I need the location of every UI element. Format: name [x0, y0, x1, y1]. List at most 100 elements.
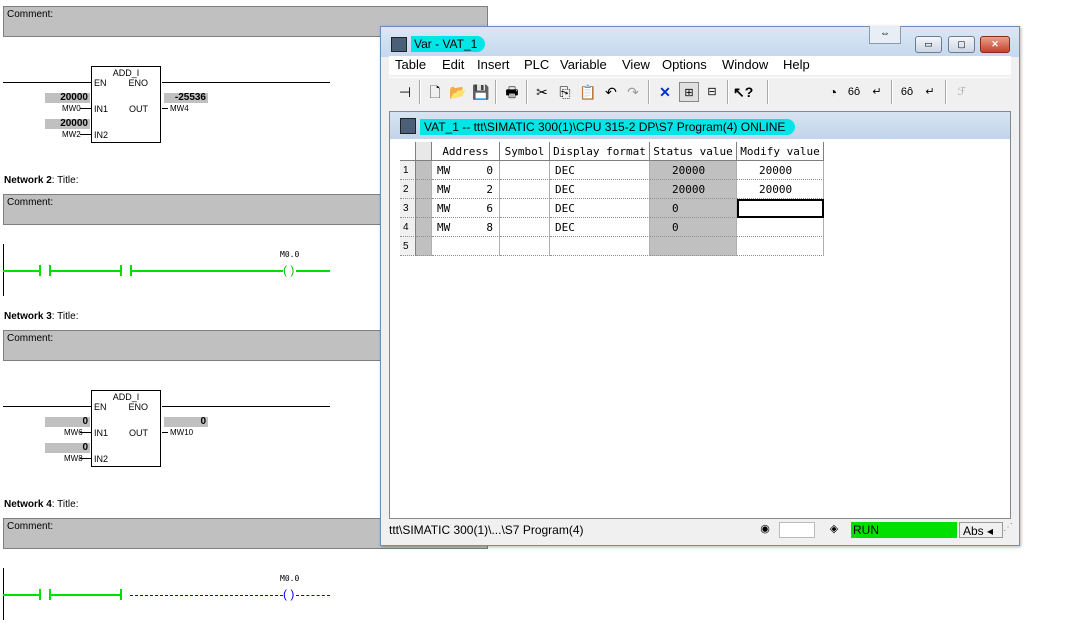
header-address[interactable]: Address: [432, 142, 500, 161]
toolbar: ⊣ 🗋 📂 💾 🖶 ✂ ⎘ 📋 ↶ ↷ ✕ ⊞ ⊟ ↖? ◔ 6ô ↵ 6ô ↵…: [389, 77, 1011, 106]
contact-1[interactable]: [39, 265, 41, 276]
symbol-cell[interactable]: [500, 218, 550, 237]
menu-view[interactable]: View: [622, 57, 650, 72]
modify-cell[interactable]: [737, 237, 824, 256]
in2-operand: MW2: [62, 130, 81, 139]
document-title: VAT_1 -- ttt\SIMATIC 300(1)\CPU 315-2 DP…: [420, 119, 796, 135]
modify-cell[interactable]: [737, 218, 824, 237]
close-button[interactable]: ✕: [980, 36, 1010, 53]
menu-window[interactable]: Window: [722, 57, 768, 72]
status-cell: [650, 237, 737, 256]
in1-status-value: 0: [45, 417, 90, 427]
maximize-button[interactable]: ▢: [948, 36, 975, 53]
save-icon[interactable]: 💾: [471, 82, 491, 102]
format-cell[interactable]: DEC: [550, 180, 650, 199]
header-modify-value[interactable]: Modify value: [737, 142, 824, 161]
window-title: Var - VAT_1: [411, 36, 486, 52]
menu-table[interactable]: Table: [395, 57, 426, 72]
header-symbol[interactable]: Symbol: [500, 142, 550, 161]
trigger-icon[interactable]: ◔: [823, 82, 843, 102]
undo-icon[interactable]: ↶: [601, 82, 621, 102]
symbol-cell[interactable]: [500, 161, 550, 180]
redo-icon[interactable]: ↷: [623, 82, 643, 102]
status-cell: 20000: [650, 180, 737, 199]
new-icon[interactable]: 🗋: [425, 82, 445, 102]
address-cell[interactable]: MW 8: [432, 218, 500, 237]
minimize-button[interactable]: ▭: [915, 36, 942, 53]
coil-icon[interactable]: ( ): [283, 587, 294, 601]
row-number[interactable]: 1: [400, 161, 416, 180]
open-icon[interactable]: 📂: [448, 82, 468, 102]
address-cell[interactable]: MW 0: [432, 161, 500, 180]
contact-1[interactable]: [39, 589, 41, 600]
in1-status-value: 20000: [45, 93, 90, 103]
add-i-block-1[interactable]: ADD_I EN ENO IN1 OUT IN2: [91, 66, 161, 143]
cpu-run-indicator: RUN: [851, 522, 957, 538]
status-cell: 0: [650, 199, 737, 218]
add-i-block-2[interactable]: ADD_I EN ENO IN1 OUT IN2: [91, 390, 161, 467]
diamond-icon: ◈: [829, 523, 839, 535]
format-cell[interactable]: [550, 237, 650, 256]
menu-bar: Table Edit Insert PLC Variable View Opti…: [389, 56, 1011, 75]
header-status-value[interactable]: Status value: [650, 142, 737, 161]
in2-status-value: 20000: [45, 119, 90, 129]
vat-document[interactable]: VAT_1 -- ttt\SIMATIC 300(1)\CPU 315-2 DP…: [389, 111, 1011, 519]
contact-2[interactable]: [120, 589, 122, 600]
monitor-var-icon[interactable]: 6ô: [844, 82, 864, 102]
menu-insert[interactable]: Insert: [477, 57, 510, 72]
row-number[interactable]: 4: [400, 218, 416, 237]
contact-2[interactable]: [120, 265, 122, 276]
coil-icon[interactable]: ( ): [283, 263, 294, 277]
menu-plc[interactable]: PLC: [524, 57, 549, 72]
row-number[interactable]: 2: [400, 180, 416, 199]
format-cell[interactable]: DEC: [550, 218, 650, 237]
paste-icon[interactable]: 📋: [578, 82, 598, 102]
status-bar: ttt\SIMATIC 300(1)\...\S7 Program(4) ◉ ◈…: [387, 521, 1013, 540]
menu-edit[interactable]: Edit: [442, 57, 464, 72]
row-number[interactable]: 3: [400, 199, 416, 218]
network-2-title: Network 2: Title:: [4, 175, 79, 186]
menu-variable[interactable]: Variable: [560, 57, 607, 72]
out-operand: MW4: [170, 104, 189, 113]
window-titlebar[interactable]: Var - VAT_1 ⇔ ▭ ▢ ✕: [381, 26, 1019, 57]
delete-icon[interactable]: ✕: [655, 82, 675, 102]
help-icon[interactable]: ↖?: [733, 82, 753, 102]
menu-help[interactable]: Help: [783, 57, 810, 72]
coil-operand: M0.0: [280, 250, 300, 259]
table-icon: [416, 142, 432, 161]
print-icon[interactable]: 🖶: [502, 82, 522, 102]
symbol-cell[interactable]: [500, 237, 550, 256]
format-cell[interactable]: DEC: [550, 161, 650, 180]
address-cell[interactable]: MW 6: [432, 199, 500, 218]
address-cell[interactable]: MW 2: [432, 180, 500, 199]
monitor-icon[interactable]: ⊟: [702, 82, 722, 102]
symbol-cell[interactable]: [500, 199, 550, 218]
in2-status-value: 0: [45, 443, 90, 453]
header-display-format[interactable]: Display format: [550, 142, 650, 161]
menu-options[interactable]: Options: [662, 57, 707, 72]
copy-icon[interactable]: ⎘: [555, 82, 575, 102]
row-number[interactable]: 5: [400, 237, 416, 256]
restore-layout-icon[interactable]: ⇔: [869, 26, 901, 44]
modify-cell[interactable]: 20000: [737, 180, 824, 199]
in1-operand: MW0: [62, 104, 81, 113]
rung-line: [3, 82, 91, 83]
pin-icon[interactable]: ⊣: [395, 82, 415, 102]
out-status-value: 0: [164, 417, 208, 427]
modify-cell-selected[interactable]: [737, 199, 824, 218]
modify-cell[interactable]: 20000: [737, 161, 824, 180]
cut-icon[interactable]: ✂: [532, 82, 552, 102]
symbol-cell[interactable]: [500, 180, 550, 199]
rung-line: [162, 82, 330, 83]
modify-var-icon[interactable]: ↵: [867, 82, 887, 102]
online-icon[interactable]: ⊞: [679, 82, 699, 102]
force-icon[interactable]: ℱ: [952, 82, 972, 102]
address-cell[interactable]: [432, 237, 500, 256]
monitor-once-icon[interactable]: 6ô: [897, 82, 917, 102]
document-titlebar[interactable]: VAT_1 -- ttt\SIMATIC 300(1)\CPU 315-2 DP…: [390, 112, 1010, 139]
format-cell[interactable]: DEC: [550, 199, 650, 218]
vat-window[interactable]: Var - VAT_1 ⇔ ▭ ▢ ✕ Table Edit Insert PL…: [380, 26, 1020, 546]
corner-cell[interactable]: [400, 142, 416, 161]
resize-grip-icon[interactable]: ⋰: [1003, 522, 1015, 538]
modify-once-icon[interactable]: ↵: [920, 82, 940, 102]
